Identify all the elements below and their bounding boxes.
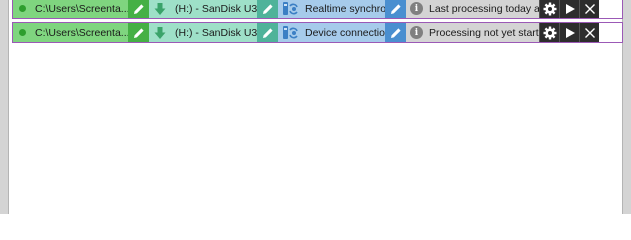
settings-button[interactable]: [539, 23, 559, 42]
gear-icon: [543, 26, 556, 39]
down-arrow-icon: [154, 26, 166, 39]
mode-label: Device connection: [305, 26, 385, 39]
gear-icon: [543, 2, 556, 15]
source-path: C:\Users\Screenta...: [35, 2, 128, 15]
sync-mode[interactable]: Realtime synchron...: [278, 0, 385, 18]
run-button[interactable]: [559, 23, 579, 42]
info-icon: i: [410, 26, 423, 39]
target-drive[interactable]: (H:) - SanDisk U3...: [149, 23, 257, 42]
pencil-icon: [133, 3, 144, 14]
target-path: (H:) - SanDisk U3...: [175, 26, 257, 39]
job-list: C:\Users\Screenta... (H:) - SanDisk U3..…: [12, 0, 623, 46]
status-text: Processing not yet started: [429, 26, 539, 39]
edit-mode-button[interactable]: [385, 23, 406, 42]
remove-button[interactable]: [579, 23, 599, 42]
target-path: (H:) - SanDisk U3...: [175, 2, 257, 15]
run-button[interactable]: [559, 0, 579, 18]
sync-device-icon: [283, 25, 298, 39]
edit-target-button[interactable]: [257, 0, 278, 18]
info-icon: i: [410, 2, 423, 15]
status-text: Last processing today a...: [429, 2, 539, 15]
mode-label: Realtime synchron...: [305, 2, 385, 15]
play-icon: [565, 27, 575, 38]
edit-source-button[interactable]: [128, 0, 149, 18]
source-folder[interactable]: C:\Users\Screenta...: [13, 23, 128, 42]
close-icon: [584, 27, 595, 38]
job-row[interactable]: C:\Users\Screenta... (H:) - SanDisk U3..…: [12, 0, 623, 19]
sync-device-icon: [283, 1, 298, 15]
edit-mode-button[interactable]: [385, 0, 406, 18]
edit-source-button[interactable]: [128, 23, 149, 42]
pencil-icon: [262, 3, 273, 14]
play-icon: [565, 3, 575, 14]
processing-status: i Last processing today a...: [406, 0, 539, 18]
edit-target-button[interactable]: [257, 23, 278, 42]
settings-button[interactable]: [539, 0, 559, 18]
target-drive[interactable]: (H:) - SanDisk U3...: [149, 0, 257, 18]
window-frame-right: [622, 0, 631, 214]
status-dot-icon: [19, 29, 26, 36]
processing-status: i Processing not yet started: [406, 23, 539, 42]
pencil-icon: [390, 3, 401, 14]
source-path: C:\Users\Screenta...: [35, 26, 128, 39]
job-row[interactable]: C:\Users\Screenta... (H:) - SanDisk U3..…: [12, 22, 623, 43]
remove-button[interactable]: [579, 0, 599, 18]
status-dot-icon: [19, 5, 26, 12]
sync-mode[interactable]: Device connection: [278, 23, 385, 42]
pencil-icon: [390, 27, 401, 38]
source-folder[interactable]: C:\Users\Screenta...: [13, 0, 128, 18]
close-icon: [584, 3, 595, 14]
window-frame-left: [0, 0, 9, 214]
pencil-icon: [262, 27, 273, 38]
pencil-icon: [133, 27, 144, 38]
down-arrow-icon: [154, 2, 166, 15]
